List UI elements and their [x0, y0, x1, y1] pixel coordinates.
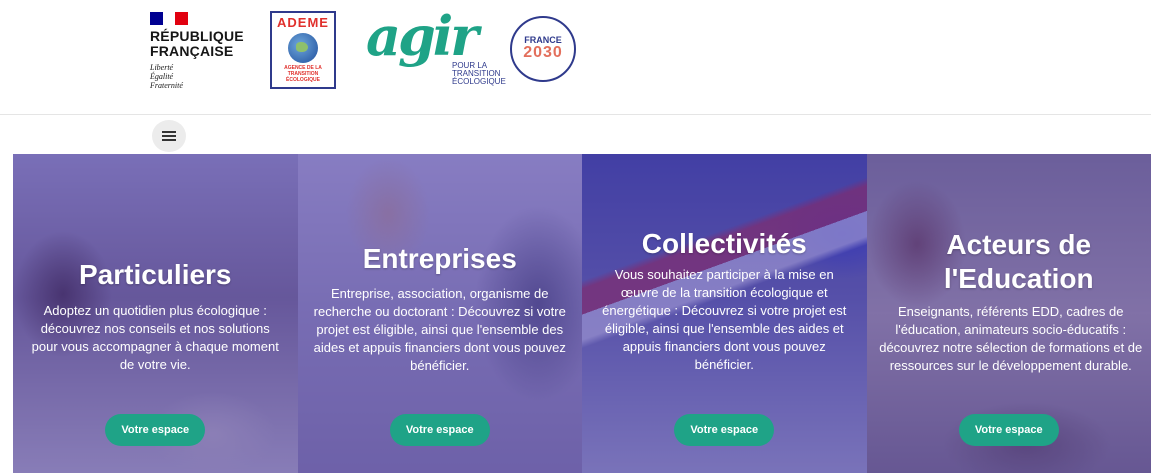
votre-espace-button[interactable]: Votre espace — [389, 414, 490, 446]
motto-egalite: Égalité — [150, 72, 174, 81]
card-title: Acteurs de l'Education — [943, 229, 1094, 294]
ademe-name: ADEME — [277, 15, 329, 30]
motto-liberte: Liberté — [150, 63, 174, 72]
header-divider — [0, 114, 1151, 115]
card-collectivites[interactable]: Collectivités Vous souhaitez participer … — [582, 154, 867, 473]
france-2030-logo[interactable]: FRANCE 2030 — [510, 16, 576, 82]
audience-cards: Particuliers Adoptez un quotidien plus é… — [13, 154, 1151, 473]
card-entreprises[interactable]: Entreprises Entreprise, association, org… — [297, 154, 582, 473]
card-description: Vous souhaitez participer à la mise en œ… — [602, 267, 847, 372]
card-title: Particuliers — [78, 259, 232, 290]
menu-button[interactable] — [152, 120, 186, 152]
france2030-line2: 2030 — [523, 44, 563, 61]
agir-word: agir — [366, 4, 479, 68]
ademe-sub3: ÉCOLOGIQUE — [286, 77, 320, 83]
card-description: Entreprise, association, organisme de re… — [313, 286, 566, 373]
agir-logo[interactable]: agir POUR LA TRANSITION ÉCOLOGIQUE — [366, 4, 506, 94]
agir-sub3: ÉCOLOGIQUE — [452, 77, 506, 86]
hamburger-icon — [162, 131, 176, 141]
republique-line1: RÉPUBLIQUE — [150, 28, 244, 44]
card-acteurs-education[interactable]: Acteurs de l'Education Enseignants, réfé… — [866, 154, 1151, 473]
ademe-logo[interactable]: ADEME AGENCE DE LA TRANSITION ÉCOLOGIQUE — [270, 11, 336, 89]
agir-subtitle: POUR LA TRANSITION ÉCOLOGIQUE — [452, 62, 506, 86]
globe-icon — [288, 33, 318, 63]
republique-francaise-logo[interactable]: RÉPUBLIQUE FRANÇAISE Liberté Égalité Fra… — [150, 12, 250, 92]
site-header: RÉPUBLIQUE FRANÇAISE Liberté Égalité Fra… — [0, 0, 1151, 114]
votre-espace-button[interactable]: Votre espace — [958, 414, 1059, 446]
card-title: Entreprises — [362, 243, 517, 274]
card-description: Adoptez un quotidien plus écologique : d… — [31, 303, 279, 372]
card-description: Enseignants, référents EDD, cadres de l'… — [879, 304, 1143, 373]
card-title: Collectivités — [641, 228, 807, 259]
votre-espace-button[interactable]: Votre espace — [674, 414, 775, 446]
republique-line2: FRANÇAISE — [150, 43, 234, 59]
card-particuliers[interactable]: Particuliers Adoptez un quotidien plus é… — [13, 154, 298, 473]
motto-fraternite: Fraternité — [150, 81, 183, 90]
french-flag-icon — [150, 12, 189, 25]
votre-espace-button[interactable]: Votre espace — [105, 414, 206, 446]
